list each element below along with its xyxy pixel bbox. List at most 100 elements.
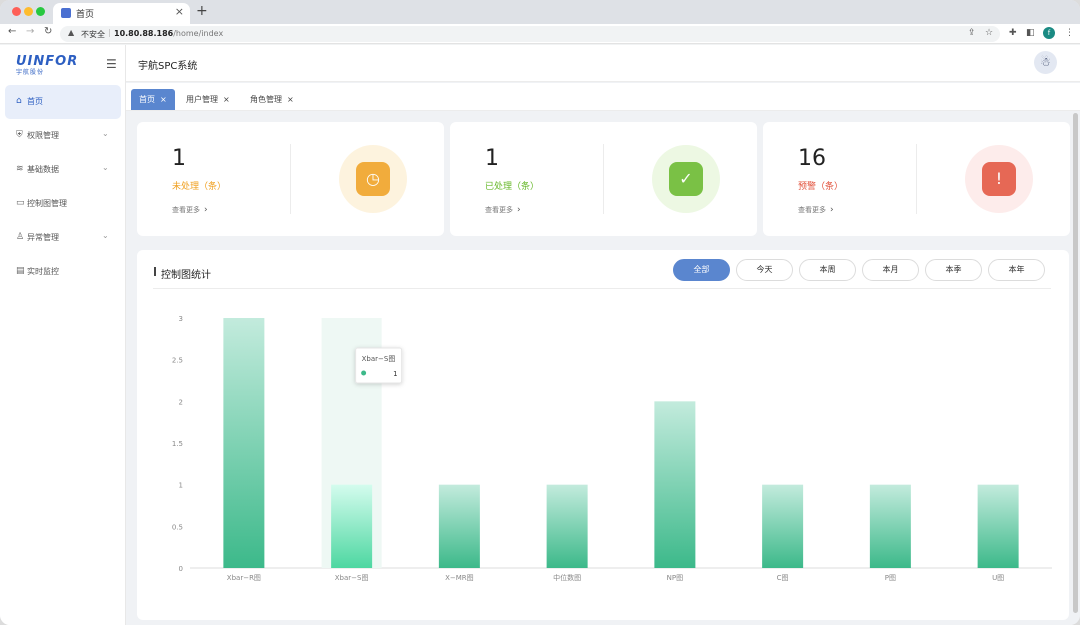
browser-tab[interactable]: 首页 × — [53, 3, 190, 24]
chevron-down-icon: ⌄ — [102, 129, 109, 138]
tab-close-icon[interactable]: × — [223, 95, 230, 104]
tab-close-icon[interactable]: × — [175, 5, 184, 18]
app-root: UINFOR 宇航股份 ☰ ⌂ 首页 ⛨ 权限管理 ⌄ ≋ 基础数据 ⌄ ▭ 控制图管理 ♙ 异常管理… — [0, 45, 1080, 625]
top-header: 宇航SPC系统 ☃ — [126, 45, 1080, 82]
tab-close-icon[interactable]: × — [287, 95, 294, 104]
layers-icon: ≋ — [16, 164, 24, 174]
maximize-window-button[interactable] — [36, 7, 45, 16]
page-tab-2[interactable]: 角色管理 × — [242, 89, 302, 110]
x-tick-label: Xbar−R图 — [227, 574, 261, 582]
card-divider — [916, 144, 917, 214]
bar-7[interactable] — [977, 484, 1019, 568]
url-text: 10.80.88.186/home/index — [114, 29, 223, 38]
share-icon[interactable]: ⇪ — [968, 28, 976, 38]
warning-chat-icon: ! — [965, 145, 1033, 213]
url-host: 10.80.88.186 — [114, 29, 174, 38]
warning-chat-icon-glyph: ! — [982, 162, 1016, 196]
filter-button-4[interactable]: 本季 — [925, 259, 982, 281]
filter-button-2[interactable]: 本周 — [799, 259, 856, 281]
home-icon: ⌂ — [16, 96, 22, 106]
sidebar-item-4[interactable]: ♙ 异常管理 ⌄ — [0, 221, 126, 255]
panel-divider — [153, 288, 1051, 289]
chart-statistics-panel: 控制图统计 全部 今天 本周 本月 本季 本年 0 0.5 1 1.5 2 2.… — [137, 250, 1069, 620]
y-tick-label: 2 — [179, 398, 183, 406]
card-divider — [603, 144, 604, 214]
sidebar-item-3[interactable]: ▭ 控制图管理 — [0, 187, 126, 221]
bar-0[interactable] — [223, 318, 265, 568]
reload-icon[interactable]: ↻ — [44, 26, 52, 37]
sidebar-item-5[interactable]: ▤ 实时监控 — [0, 255, 126, 289]
tooltip-title: Xbar−S图 — [362, 355, 396, 363]
stat-count: 1 — [172, 146, 186, 171]
sidebar-item-1[interactable]: ⛨ 权限管理 ⌄ — [0, 119, 126, 153]
y-tick-label: 3 — [179, 315, 183, 323]
view-more-link[interactable]: 查看更多 › — [798, 205, 834, 215]
view-more-label: 查看更多 — [798, 206, 826, 214]
minimize-window-button[interactable] — [24, 7, 33, 16]
filter-button-0[interactable]: 全部 — [673, 259, 730, 281]
sidebar-item-label: 异常管理 — [27, 233, 59, 242]
security-label: 不安全 — [81, 30, 105, 39]
chart-panel-title: 控制图统计 — [161, 270, 211, 281]
stat-caption: 未处理（条） — [172, 182, 227, 192]
bar-5[interactable] — [762, 484, 804, 568]
bar-4[interactable] — [654, 401, 696, 568]
app-title: 宇航SPC系统 — [138, 61, 198, 72]
sidebar-item-label: 基础数据 — [27, 165, 59, 174]
back-arrow-icon[interactable]: ← — [8, 26, 16, 37]
bar-1[interactable] — [331, 484, 373, 568]
url-path: /home/index — [173, 29, 224, 38]
url-bar[interactable]: ▲ 不安全 | 10.80.88.186/home/index ⇪ ☆ — [60, 26, 1000, 42]
side-panel-icon[interactable]: ◧ — [1026, 28, 1035, 38]
user-avatar-icon[interactable]: ☃ — [1034, 51, 1057, 74]
address-toolbar: ← → ↻ ▲ 不安全 | 10.80.88.186/home/index ⇪ … — [0, 24, 1080, 44]
page-scrollbar[interactable] — [1073, 113, 1078, 613]
collapse-menu-icon[interactable]: ☰ — [106, 57, 117, 71]
stat-caption: 已处理（条） — [485, 182, 540, 192]
tooltip-series-dot — [361, 370, 367, 376]
chevron-right-icon: › — [830, 205, 834, 215]
view-more-link[interactable]: 查看更多 › — [485, 205, 521, 215]
view-more-link[interactable]: 查看更多 › — [172, 205, 208, 215]
close-window-button[interactable] — [12, 7, 21, 16]
sidebar-item-0[interactable]: ⌂ 首页 — [5, 85, 121, 119]
sidebar-item-label: 实时监控 — [27, 267, 59, 276]
shield-icon: ⛨ — [16, 130, 23, 140]
y-tick-label: 1.5 — [172, 440, 183, 448]
clipboard-icon: ▤ — [16, 266, 25, 276]
sidebar-item-label: 控制图管理 — [27, 199, 67, 208]
tab-close-icon[interactable]: × — [160, 95, 167, 104]
main-content: 1 未处理（条） 查看更多 › ◷ 1 已处理（条） 查看更多 › ✓ 16 预警（条） 查看更多 ›! … — [126, 111, 1080, 625]
stat-count: 16 — [798, 146, 826, 171]
bar-6[interactable] — [869, 484, 911, 568]
profile-avatar[interactable]: f — [1043, 27, 1055, 39]
bar-3[interactable] — [546, 484, 588, 568]
stat-card-1: 1 已处理（条） 查看更多 › ✓ — [450, 122, 757, 236]
filter-button-5[interactable]: 本年 — [988, 259, 1045, 281]
chart-tooltip: Xbar−S图 1 — [355, 347, 403, 384]
y-tick-label: 1 — [179, 482, 183, 490]
card-divider — [290, 144, 291, 214]
forward-arrow-icon[interactable]: → — [26, 26, 34, 37]
site-favicon-icon — [61, 8, 71, 18]
filter-button-1[interactable]: 今天 — [736, 259, 793, 281]
bar-chart: 0 0.5 1 1.5 2 2.5 3 Xbar−R图 Xbar−S图 X−MR图 中位数图 NP图 C… — [172, 315, 1052, 582]
stat-card-2: 16 预警（条） 查看更多 ›! — [763, 122, 1070, 236]
clipboard-clock-icon: ◷ — [339, 145, 407, 213]
user-alert-icon: ♙ — [16, 232, 25, 242]
bar-2[interactable] — [438, 484, 480, 568]
page-tab-1[interactable]: 用户管理 × — [178, 89, 238, 110]
page-tabs: 首页 × 用户管理 × 角色管理 × — [126, 83, 1080, 111]
page-tab-label: 角色管理 — [250, 95, 282, 104]
bookmark-star-icon[interactable]: ☆ — [985, 28, 993, 38]
filter-button-3[interactable]: 本月 — [862, 259, 919, 281]
browser-menu-icon[interactable]: ⋮ — [1065, 28, 1074, 38]
bell-check-icon: ✓ — [652, 145, 720, 213]
new-tab-button[interactable]: + — [196, 3, 208, 19]
chevron-down-icon: ⌄ — [102, 163, 109, 172]
extensions-puzzle-icon[interactable]: ✚ — [1009, 28, 1017, 38]
clipboard-clock-icon-glyph: ◷ — [356, 162, 390, 196]
page-tab-0[interactable]: 首页 × — [131, 89, 175, 110]
sidebar-item-2[interactable]: ≋ 基础数据 ⌄ — [0, 153, 126, 187]
url-separator: | — [108, 28, 111, 37]
